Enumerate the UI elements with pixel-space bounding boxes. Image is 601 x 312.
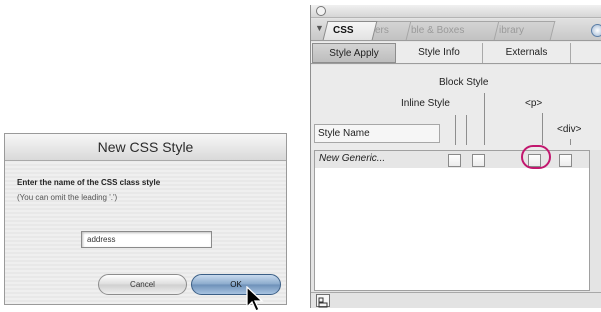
panel-options-icon[interactable]: [591, 24, 601, 37]
close-icon[interactable]: [316, 6, 326, 16]
attach-style-icon[interactable]: [316, 294, 330, 308]
style-name-cell: New Generic...: [319, 153, 386, 164]
tab-table-and-boxes[interactable]: ble & Boxes: [400, 21, 500, 40]
tab-css[interactable]: CSS: [322, 21, 378, 40]
tab-label: ble & Boxes: [411, 25, 465, 36]
class-name-prompt: Enter the name of the CSS class style: [17, 178, 161, 187]
p-tag-header: <p>: [525, 98, 543, 109]
dialog-title: New CSS Style: [97, 139, 194, 155]
omit-dot-hint: (You can omit the leading '.'): [17, 193, 118, 202]
panel-topbar: [311, 5, 601, 18]
panel-tab-bar: ▼ CSS ers ble & Boxes ibrary: [311, 19, 601, 41]
tab-label: ibrary: [499, 25, 525, 36]
subtab-bar: Style Apply Style Info Externals: [311, 42, 601, 64]
block-style-header: Block Style: [439, 77, 489, 88]
subtab-style-apply[interactable]: Style Apply: [312, 43, 396, 63]
mouse-cursor-icon: [246, 286, 264, 312]
highlight-circle: [521, 145, 551, 169]
column-headers: Block Style Inline Style <p> <div> Style…: [311, 65, 601, 150]
panel-menu-icon[interactable]: ▼: [315, 23, 324, 33]
new-css-style-dialog: New CSS Style Enter the name of the CSS …: [4, 133, 287, 305]
cancel-button[interactable]: Cancel: [98, 274, 187, 295]
header-divider: [570, 139, 571, 145]
subtab-style-info[interactable]: Style Info: [396, 43, 483, 63]
dialog-body: Enter the name of the CSS class style (Y…: [5, 162, 286, 304]
class-name-input[interactable]: address: [81, 231, 212, 248]
dialog-titlebar: New CSS Style: [5, 134, 286, 161]
inline-style-checkbox[interactable]: [448, 154, 461, 167]
inline-style-header: Inline Style: [401, 98, 450, 109]
header-divider: [466, 115, 467, 145]
attach-style-glyph: [318, 297, 328, 308]
tab-label: ers: [375, 25, 389, 36]
css-panel: ▼ CSS ers ble & Boxes ibrary Style Apply…: [310, 5, 601, 308]
style-list: New Generic...: [314, 145, 590, 291]
subtab-externals[interactable]: Externals: [483, 43, 571, 63]
header-divider: [455, 115, 456, 145]
panel-footer: [311, 292, 601, 308]
div-tag-checkbox[interactable]: [559, 154, 572, 167]
header-divider: [542, 113, 543, 145]
list-item[interactable]: New Generic...: [315, 145, 589, 169]
header-divider: [484, 93, 485, 145]
div-tag-header: <div>: [557, 124, 582, 135]
tab-label: CSS: [333, 25, 354, 36]
style-name-header[interactable]: Style Name: [314, 124, 440, 143]
block-style-checkbox[interactable]: [472, 154, 485, 167]
